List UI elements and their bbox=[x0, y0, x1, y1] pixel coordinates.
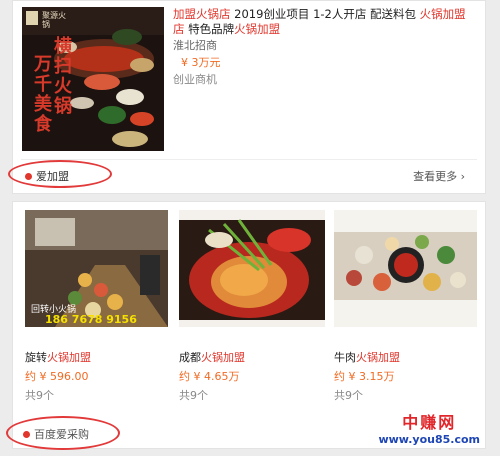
product-item[interactable]: 回转小火锅 186 7678 9156 旋转火锅加盟 约 ¥ 596.00 共9… bbox=[25, 210, 171, 403]
product-count: 共9个 bbox=[25, 389, 54, 402]
product-image[interactable]: 回转小火锅 186 7678 9156 bbox=[25, 210, 168, 327]
result-info: 加盟火锅店 2019创业项目 1-2人开店 配送料包 火锅加盟店 特色品牌火锅加… bbox=[173, 7, 473, 87]
watermark-url: www.you85.com bbox=[378, 433, 480, 446]
product-price: 约 ¥ 596.00 bbox=[25, 370, 89, 383]
slogan-line1: 横扫火锅 bbox=[54, 36, 72, 117]
product-image[interactable] bbox=[179, 210, 325, 327]
product-item[interactable]: 牛肉火锅加盟 约 ¥ 3.15万 共9个 bbox=[334, 210, 480, 403]
divider bbox=[21, 159, 477, 160]
result-tag: 创业商机 bbox=[173, 73, 217, 86]
chevron-right-icon: › bbox=[460, 170, 465, 183]
annotation-circle bbox=[8, 160, 112, 188]
watermark-title: 中赚网 bbox=[402, 413, 457, 432]
result-title[interactable]: 加盟火锅店 2019创业项目 1-2人开店 配送料包 火锅加盟店 特色品牌火锅加… bbox=[173, 7, 473, 37]
result-price: ¥ 3万元 bbox=[181, 56, 221, 69]
product-name[interactable]: 牛肉火锅加盟 bbox=[334, 349, 480, 365]
watermark: 中赚网 www.you85.com bbox=[378, 409, 480, 446]
product-name[interactable]: 旋转火锅加盟 bbox=[25, 349, 171, 365]
slogan-line2: 万千美食 bbox=[34, 54, 52, 135]
product-item[interactable]: 成都火锅加盟 约 ¥ 4.65万 共9个 bbox=[179, 210, 325, 403]
product-price: 约 ¥ 4.65万 bbox=[179, 370, 240, 383]
product-count: 共9个 bbox=[179, 389, 208, 402]
result-company: 淮北招商 bbox=[173, 39, 217, 52]
image-phone-text: 186 7678 9156 bbox=[45, 313, 137, 326]
annotation-circle bbox=[6, 416, 120, 450]
chengdu-hotpot-illustration bbox=[179, 210, 325, 327]
brand-mark: 聚源火锅 bbox=[42, 11, 66, 29]
view-more-link[interactable]: 查看更多 › bbox=[413, 168, 465, 184]
product-image[interactable] bbox=[334, 210, 477, 327]
product-name[interactable]: 成都火锅加盟 bbox=[179, 349, 325, 365]
hotpot-thumbnail[interactable]: 聚源火锅 横扫火锅 万千美食 bbox=[22, 7, 164, 151]
product-count: 共9个 bbox=[334, 389, 363, 402]
product-price: 约 ¥ 3.15万 bbox=[334, 370, 395, 383]
beef-hotpot-illustration bbox=[334, 210, 477, 327]
